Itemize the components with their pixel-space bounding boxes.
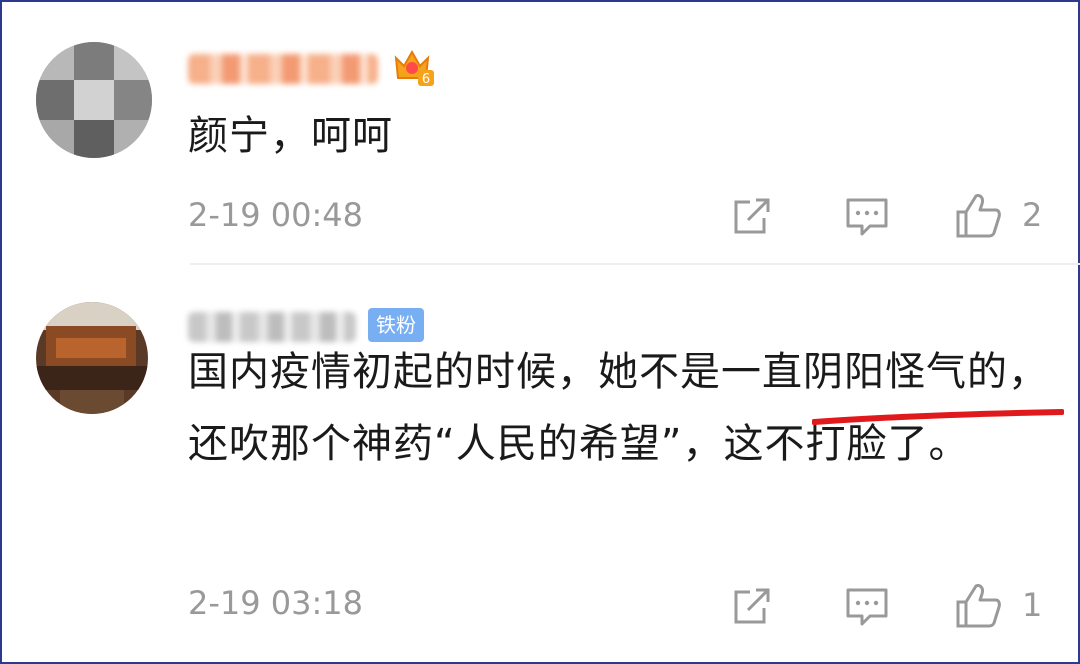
svg-text:6: 6	[422, 72, 430, 86]
reply-button[interactable]	[844, 194, 890, 238]
timestamp: 2-19 00:48	[188, 196, 364, 234]
reply-button[interactable]	[844, 584, 890, 628]
like-icon	[956, 584, 1001, 628]
share-button[interactable]	[730, 584, 774, 628]
comment-text: 颜宁，呵呵	[188, 113, 393, 159]
share-button[interactable]	[730, 194, 774, 238]
share-icon	[734, 588, 770, 624]
crown-icon: 6	[392, 46, 436, 87]
red-underline-annotation	[812, 409, 1064, 425]
like-button[interactable]	[954, 580, 1002, 630]
like-count: 1	[1022, 586, 1043, 624]
comment-item: 6 颜宁，呵呵 2-19 00:48 2	[0, 0, 1080, 262]
username-blurred[interactable]	[188, 54, 378, 84]
divider	[190, 263, 1080, 265]
comment-icon	[846, 588, 888, 626]
timestamp: 2-19 03:18	[188, 584, 364, 622]
avatar[interactable]	[36, 302, 148, 414]
avatar[interactable]	[36, 42, 152, 158]
like-count: 2	[1022, 196, 1043, 234]
share-icon	[734, 198, 770, 234]
like-icon	[956, 194, 1001, 238]
like-button[interactable]	[954, 190, 1002, 240]
comment-icon	[846, 198, 888, 236]
